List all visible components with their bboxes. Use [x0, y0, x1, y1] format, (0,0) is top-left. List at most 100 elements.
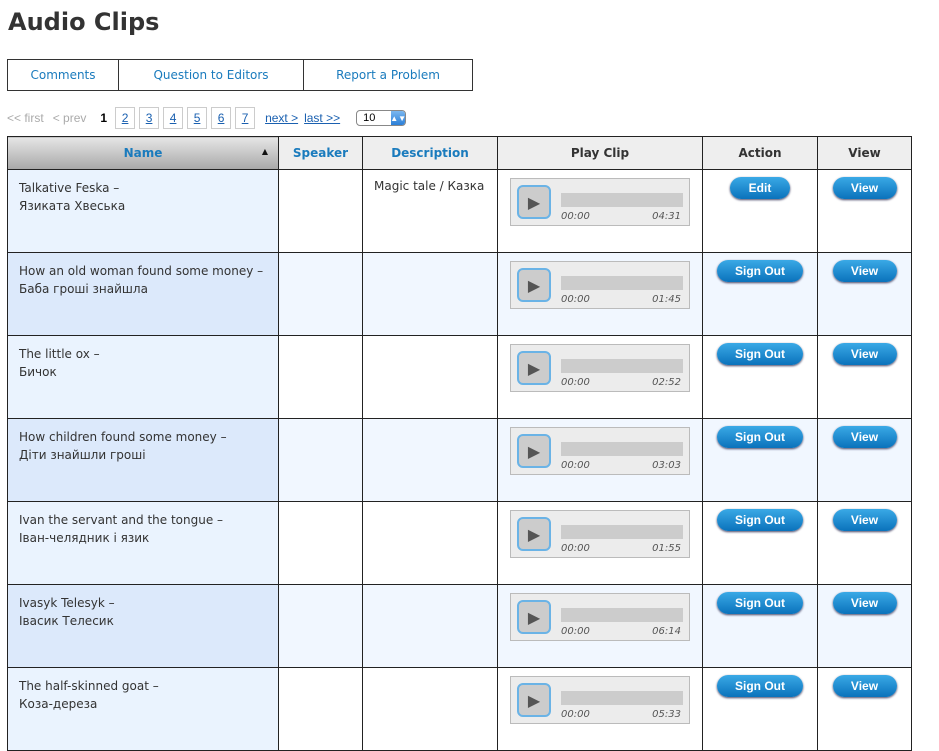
name-english: The little ox – [19, 347, 100, 361]
audio-player: ▶ 00:00 01:55 [510, 510, 690, 558]
name-english: Talkative Feska – [19, 181, 120, 195]
page-link[interactable]: 6 [211, 107, 232, 129]
name-cell: Talkative Feska – Язиката Хвеська [7, 169, 279, 253]
play-clip-cell: ▶ 00:00 04:31 [497, 169, 703, 253]
view-button[interactable]: View [832, 343, 897, 365]
play-icon: ▶ [527, 192, 541, 212]
tab-comments[interactable]: Comments [8, 60, 119, 90]
play-clip-cell: ▶ 00:00 05:33 [497, 667, 703, 751]
description-cell: Magic tale / Казка [362, 169, 498, 253]
name-cell: Ivasyk Telesyk – Івасик Телесик [7, 584, 279, 668]
audio-player: ▶ 00:00 03:03 [510, 427, 690, 475]
play-button[interactable]: ▶ [517, 600, 551, 634]
play-icon: ▶ [527, 275, 541, 295]
page-link[interactable]: 4 [163, 107, 184, 129]
play-clip-cell: ▶ 00:00 03:03 [497, 418, 703, 502]
sign-out-button[interactable]: Sign Out [717, 675, 803, 697]
view-button[interactable]: View [832, 675, 897, 697]
audio-clips-table: Name ▲ Speaker Description Play Clip Acti… [7, 136, 912, 751]
sign-out-button[interactable]: Sign Out [717, 343, 803, 365]
play-icon: ▶ [527, 690, 541, 710]
page-title: Audio Clips [8, 8, 160, 36]
view-cell: View [817, 169, 912, 253]
duration: 06:14 [652, 626, 681, 637]
play-button[interactable]: ▶ [517, 517, 551, 551]
tab-report-problem[interactable]: Report a Problem [304, 60, 472, 90]
duration: 02:52 [652, 377, 681, 388]
play-button[interactable]: ▶ [517, 683, 551, 717]
page-link[interactable]: 7 [235, 107, 256, 129]
name-english: The half-skinned goat – [19, 679, 159, 693]
audio-player: ▶ 00:00 04:31 [510, 178, 690, 226]
edit-button[interactable]: Edit [730, 177, 790, 199]
name-ukrainian: Коза-дереза [19, 697, 98, 711]
sign-out-button[interactable]: Sign Out [717, 260, 803, 282]
page-link[interactable]: 3 [139, 107, 160, 129]
current-time: 00:00 [561, 709, 590, 720]
name-cell: The half-skinned goat – Коза-дереза [7, 667, 279, 751]
name-ukrainian: Івасик Телесик [19, 614, 114, 628]
page-link[interactable]: 5 [187, 107, 208, 129]
name-english: Ivasyk Telesyk – [19, 596, 115, 610]
view-button[interactable]: View [832, 509, 897, 531]
name-english: How children found some money – [19, 430, 227, 444]
progress-bar[interactable] [561, 608, 683, 622]
table-row: The half-skinned goat – Коза-дереза ▶ 00:… [7, 667, 912, 751]
table-row: Ivasyk Telesyk – Івасик Телесик ▶ 00:00 0… [7, 584, 912, 668]
sign-out-button[interactable]: Sign Out [717, 426, 803, 448]
play-button[interactable]: ▶ [517, 185, 551, 219]
name-english: Ivan the servant and the tongue – [19, 513, 224, 527]
page-link[interactable]: 2 [115, 107, 136, 129]
per-page-value: 10 [363, 112, 376, 124]
progress-bar[interactable] [561, 359, 683, 373]
action-cell: Sign Out [702, 667, 818, 751]
audio-player: ▶ 00:00 02:52 [510, 344, 690, 392]
table-row: The little ox – Бичок ▶ 00:00 02:52 Sign … [7, 335, 912, 419]
progress-bar[interactable] [561, 691, 683, 705]
view-cell: View [817, 584, 912, 668]
view-button[interactable]: View [832, 260, 897, 282]
progress-bar[interactable] [561, 525, 683, 539]
description-cell [362, 418, 498, 502]
column-play-clip: Play Clip [497, 136, 703, 170]
next-link[interactable]: next > [265, 111, 298, 125]
play-icon: ▶ [527, 358, 541, 378]
current-time: 00:00 [561, 294, 590, 305]
speaker-cell [278, 667, 363, 751]
name-ukrainian: Баба гроші знайшла [19, 282, 148, 296]
tab-question-to-editors[interactable]: Question to Editors [119, 60, 304, 90]
play-button[interactable]: ▶ [517, 268, 551, 302]
action-cell: Sign Out [702, 501, 818, 585]
view-button[interactable]: View [832, 177, 897, 199]
speaker-cell [278, 252, 363, 336]
play-icon: ▶ [527, 607, 541, 627]
view-cell: View [817, 667, 912, 751]
sign-out-button[interactable]: Sign Out [717, 592, 803, 614]
select-arrows-icon: ▲▼ [390, 111, 406, 125]
current-time: 00:00 [561, 543, 590, 554]
name-cell: Ivan the servant and the tongue – Іван-че… [7, 501, 279, 585]
progress-bar[interactable] [561, 276, 683, 290]
view-cell: View [817, 418, 912, 502]
table-row: Ivan the servant and the tongue – Іван-че… [7, 501, 912, 585]
view-cell: View [817, 335, 912, 419]
play-clip-cell: ▶ 00:00 02:52 [497, 335, 703, 419]
duration: 03:03 [652, 460, 681, 471]
sign-out-button[interactable]: Sign Out [717, 509, 803, 531]
column-name[interactable]: Name ▲ [7, 136, 279, 170]
last-link[interactable]: last >> [304, 111, 340, 125]
play-icon: ▶ [527, 524, 541, 544]
description-cell [362, 584, 498, 668]
description-cell [362, 667, 498, 751]
play-button[interactable]: ▶ [517, 351, 551, 385]
per-page-select[interactable]: 10 ▲▼ [356, 110, 407, 126]
column-speaker[interactable]: Speaker [278, 136, 363, 170]
view-button[interactable]: View [832, 592, 897, 614]
column-description[interactable]: Description [362, 136, 498, 170]
description-cell [362, 252, 498, 336]
action-cell: Sign Out [702, 584, 818, 668]
progress-bar[interactable] [561, 193, 683, 207]
progress-bar[interactable] [561, 442, 683, 456]
view-button[interactable]: View [832, 426, 897, 448]
play-button[interactable]: ▶ [517, 434, 551, 468]
